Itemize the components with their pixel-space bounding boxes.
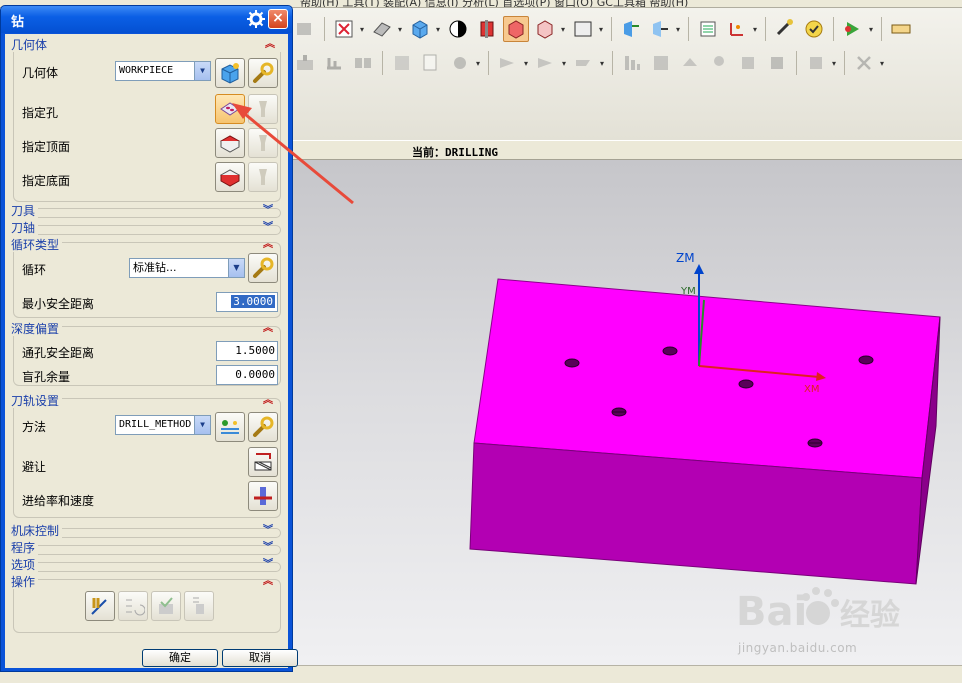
annotation-arrow <box>232 103 354 205</box>
svg-text:Bai: Bai <box>736 589 807 635</box>
watermark-url: jingyan.baidu.com <box>738 641 858 655</box>
svg-text:经验: 经验 <box>840 598 900 633</box>
baidu-watermark-logo: Bai 经验 <box>736 587 900 635</box>
